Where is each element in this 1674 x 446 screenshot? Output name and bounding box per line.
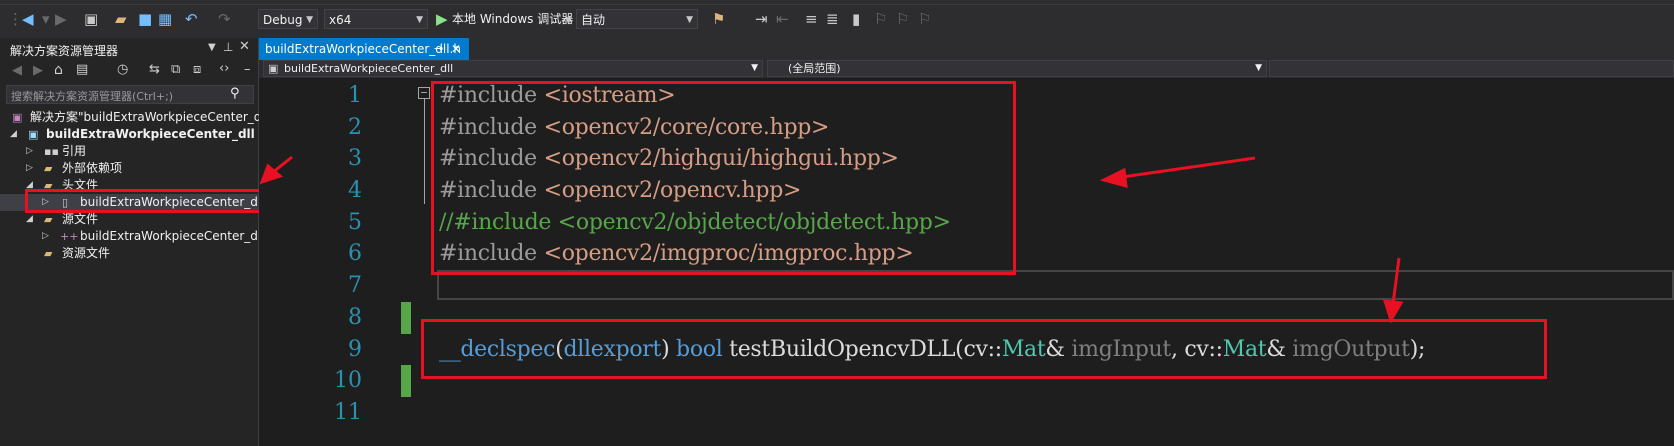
annotation-arrows: [259, 155, 1404, 324]
arrow-head: [1382, 299, 1404, 324]
annotation-arrow: [1121, 156, 1256, 179]
annotation-arrow: [1391, 257, 1401, 305]
arrow-head: [1099, 167, 1128, 189]
